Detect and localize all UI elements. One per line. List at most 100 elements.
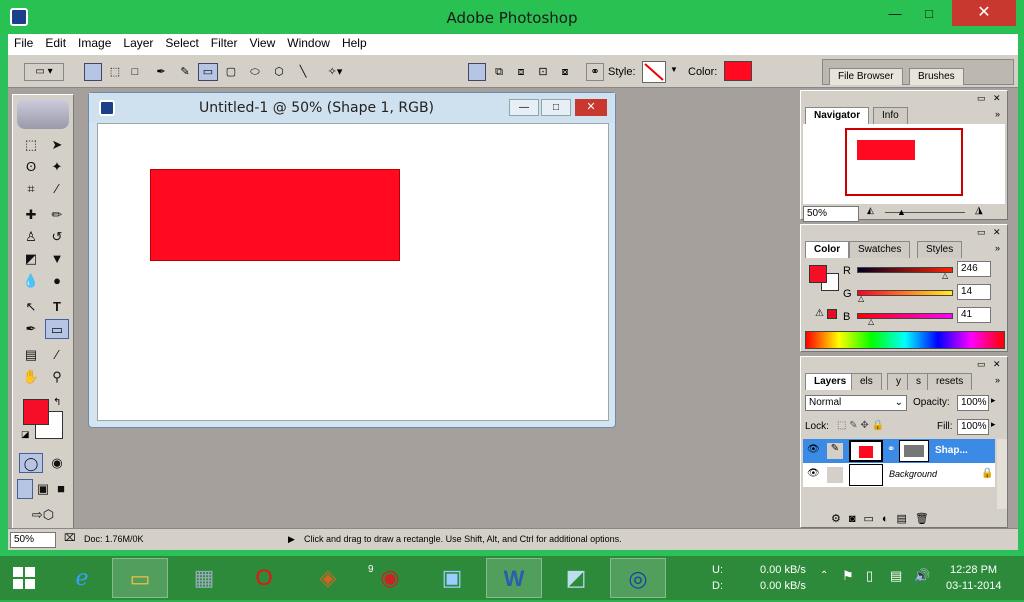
foreground-color-swatch[interactable] bbox=[23, 399, 49, 425]
action-center-icon[interactable]: ⚑ bbox=[842, 568, 854, 584]
status-zoom-field[interactable]: 50% bbox=[10, 532, 56, 548]
title-bar[interactable]: Adobe Photoshop — □ ✕ bbox=[0, 0, 1024, 34]
close-button[interactable]: ✕ bbox=[952, 0, 1016, 26]
panel-minimize-icon[interactable]: ▭ bbox=[977, 359, 986, 370]
dodge-tool-icon[interactable]: ● bbox=[45, 271, 69, 291]
fill-arrow-icon[interactable]: ▸ bbox=[991, 419, 996, 430]
tray-expand-icon[interactable]: ⌃ bbox=[820, 570, 828, 581]
green-slider[interactable] bbox=[857, 290, 953, 296]
minimize-button[interactable]: — bbox=[880, 4, 910, 24]
panel-close-icon[interactable]: ✕ bbox=[993, 359, 1001, 370]
document-title-bar[interactable]: Untitled-1 @ 50% (Shape 1, RGB) — □ ✕ bbox=[89, 93, 615, 123]
path-selection-icon[interactable]: ↖ bbox=[19, 297, 43, 317]
menu-image[interactable]: Image bbox=[72, 34, 117, 52]
navigator-slider-thumb-icon[interactable]: ▲ bbox=[897, 207, 906, 217]
internet-explorer-icon[interactable]: ℯ bbox=[54, 558, 110, 598]
create-new-shape-icon[interactable] bbox=[468, 63, 486, 81]
tool-presets-tab[interactable]: resets bbox=[927, 373, 973, 390]
notes-tool-icon[interactable]: ▤ bbox=[19, 345, 43, 365]
color-ramp[interactable] bbox=[805, 331, 1005, 349]
doc-info-icon[interactable]: ⌧ bbox=[64, 533, 76, 544]
zoom-in-icon[interactable]: ◮ bbox=[975, 205, 983, 216]
file-browser-tab[interactable]: File Browser bbox=[829, 68, 903, 85]
photoshop-taskbar-icon[interactable]: ◎ bbox=[610, 558, 666, 598]
word-icon[interactable]: W bbox=[486, 558, 542, 598]
panel-menu-icon[interactable]: » bbox=[995, 243, 1000, 253]
history-brush-icon[interactable]: ↺ bbox=[45, 227, 69, 247]
rectangle-tool-icon[interactable]: ▭ bbox=[198, 63, 218, 81]
navigator-tab[interactable]: Navigator bbox=[805, 107, 870, 124]
default-colors-icon[interactable]: ◪ bbox=[21, 429, 30, 440]
panel-menu-icon[interactable]: » bbox=[995, 375, 1000, 385]
jump-to-imageready-icon[interactable]: ⇨⬡ bbox=[19, 505, 67, 525]
swatches-tab[interactable]: Swatches bbox=[849, 241, 911, 258]
gamut-color-swatch[interactable] bbox=[827, 309, 837, 319]
move-tool-icon[interactable]: ➤ bbox=[45, 135, 69, 155]
layers-tab[interactable]: Layers bbox=[805, 373, 856, 390]
canvas[interactable] bbox=[97, 123, 609, 421]
subtract-shape-icon[interactable]: ⧈ bbox=[512, 63, 530, 81]
notes-app-icon[interactable]: ◩ bbox=[548, 558, 604, 598]
green-slider-thumb-icon[interactable]: △ bbox=[858, 294, 864, 303]
red-slider[interactable] bbox=[857, 267, 953, 273]
menu-edit[interactable]: Edit bbox=[39, 34, 72, 52]
freeform-pen-icon[interactable]: ✎ bbox=[176, 63, 194, 81]
navigator-view-box[interactable] bbox=[845, 128, 963, 196]
red-slider-thumb-icon[interactable]: △ bbox=[942, 271, 948, 280]
maximize-button[interactable]: □ bbox=[914, 4, 944, 24]
status-arrow-icon[interactable]: ▶ bbox=[288, 534, 295, 545]
network-icon[interactable]: ▤ bbox=[890, 568, 902, 584]
hand-tool-icon[interactable]: ✋ bbox=[19, 367, 43, 387]
clone-stamp-icon[interactable]: ♙ bbox=[19, 227, 43, 247]
menu-filter[interactable]: Filter bbox=[205, 34, 244, 52]
background-thumb[interactable] bbox=[849, 464, 883, 486]
line-tool-icon[interactable]: ╲ bbox=[294, 63, 312, 81]
info-tab[interactable]: Info bbox=[873, 107, 908, 124]
zoom-out-icon[interactable]: ◭ bbox=[867, 205, 874, 216]
vector-mask-thumb[interactable] bbox=[899, 440, 929, 462]
ellipse-tool-icon[interactable]: ⬭ bbox=[246, 63, 264, 81]
gamut-warning-icon[interactable]: ⚠ bbox=[815, 308, 824, 319]
swap-colors-icon[interactable]: ↰ bbox=[53, 397, 61, 408]
crop-tool-icon[interactable]: ⌗ bbox=[19, 179, 43, 199]
app-icon[interactable]: ◈ bbox=[300, 558, 356, 598]
paint-bucket-icon[interactable]: ▼ bbox=[45, 249, 69, 269]
intersect-shape-icon[interactable]: ⊡ bbox=[534, 63, 552, 81]
channels-tab[interactable]: els bbox=[851, 373, 882, 390]
eyedropper-icon[interactable]: ⁄ bbox=[45, 345, 69, 365]
lock-icons[interactable]: ⬚ ✎ ✥ 🔒 bbox=[837, 420, 884, 431]
opacity-field[interactable]: 100% bbox=[957, 395, 989, 411]
panel-close-icon[interactable]: ✕ bbox=[993, 227, 1001, 238]
blue-slider-thumb-icon[interactable]: △ bbox=[868, 317, 874, 326]
battery-icon[interactable]: ▯ bbox=[866, 568, 873, 584]
add-to-shape-icon[interactable]: ⧉ bbox=[490, 63, 508, 81]
panel-minimize-icon[interactable]: ▭ bbox=[977, 93, 986, 104]
color-tab[interactable]: Color bbox=[805, 241, 850, 258]
pen-tool-icon[interactable]: ✒ bbox=[152, 63, 170, 81]
styles-tab[interactable]: Styles bbox=[917, 241, 963, 258]
layer-row[interactable]: 👁 Background 🔒 bbox=[803, 463, 995, 487]
volume-icon[interactable]: 🔊 bbox=[914, 568, 930, 584]
marquee-tool-icon[interactable]: ⬚ bbox=[19, 135, 43, 155]
red-rectangle-shape[interactable] bbox=[150, 169, 400, 261]
blend-mode-select[interactable]: Normal ⌄ bbox=[805, 395, 907, 411]
tool-preset-picker[interactable]: ▭ ▾ bbox=[24, 63, 64, 81]
navigator-zoom-field[interactable]: 50% bbox=[803, 206, 859, 222]
layers-scrollbar[interactable] bbox=[997, 439, 1007, 509]
type-tool-icon[interactable]: T bbox=[45, 297, 69, 317]
eraser-tool-icon[interactable]: ◩ bbox=[19, 249, 43, 269]
zoom-tool-icon[interactable]: ⚲ bbox=[45, 367, 69, 387]
menu-file[interactable]: File bbox=[8, 34, 39, 52]
magic-wand-icon[interactable]: ✦ bbox=[45, 157, 69, 177]
full-screen-mode-icon[interactable]: ■ bbox=[53, 479, 69, 499]
menu-window[interactable]: Window bbox=[281, 34, 336, 52]
layer-actions-icons[interactable]: ⚙◙▭◐▤🗑 bbox=[831, 512, 937, 525]
exclude-shape-icon[interactable]: ⧇ bbox=[556, 63, 574, 81]
style-dropdown-arrow-icon[interactable]: ▼ bbox=[670, 65, 678, 74]
visibility-eye-icon[interactable]: 👁 bbox=[807, 468, 820, 479]
document-close-button[interactable]: ✕ bbox=[575, 99, 607, 116]
standard-screen-mode-icon[interactable] bbox=[17, 479, 33, 499]
full-screen-menu-mode-icon[interactable]: ▣ bbox=[35, 479, 51, 499]
menu-help[interactable]: Help bbox=[336, 34, 373, 52]
brush-tool-icon[interactable]: ✏ bbox=[45, 205, 69, 225]
